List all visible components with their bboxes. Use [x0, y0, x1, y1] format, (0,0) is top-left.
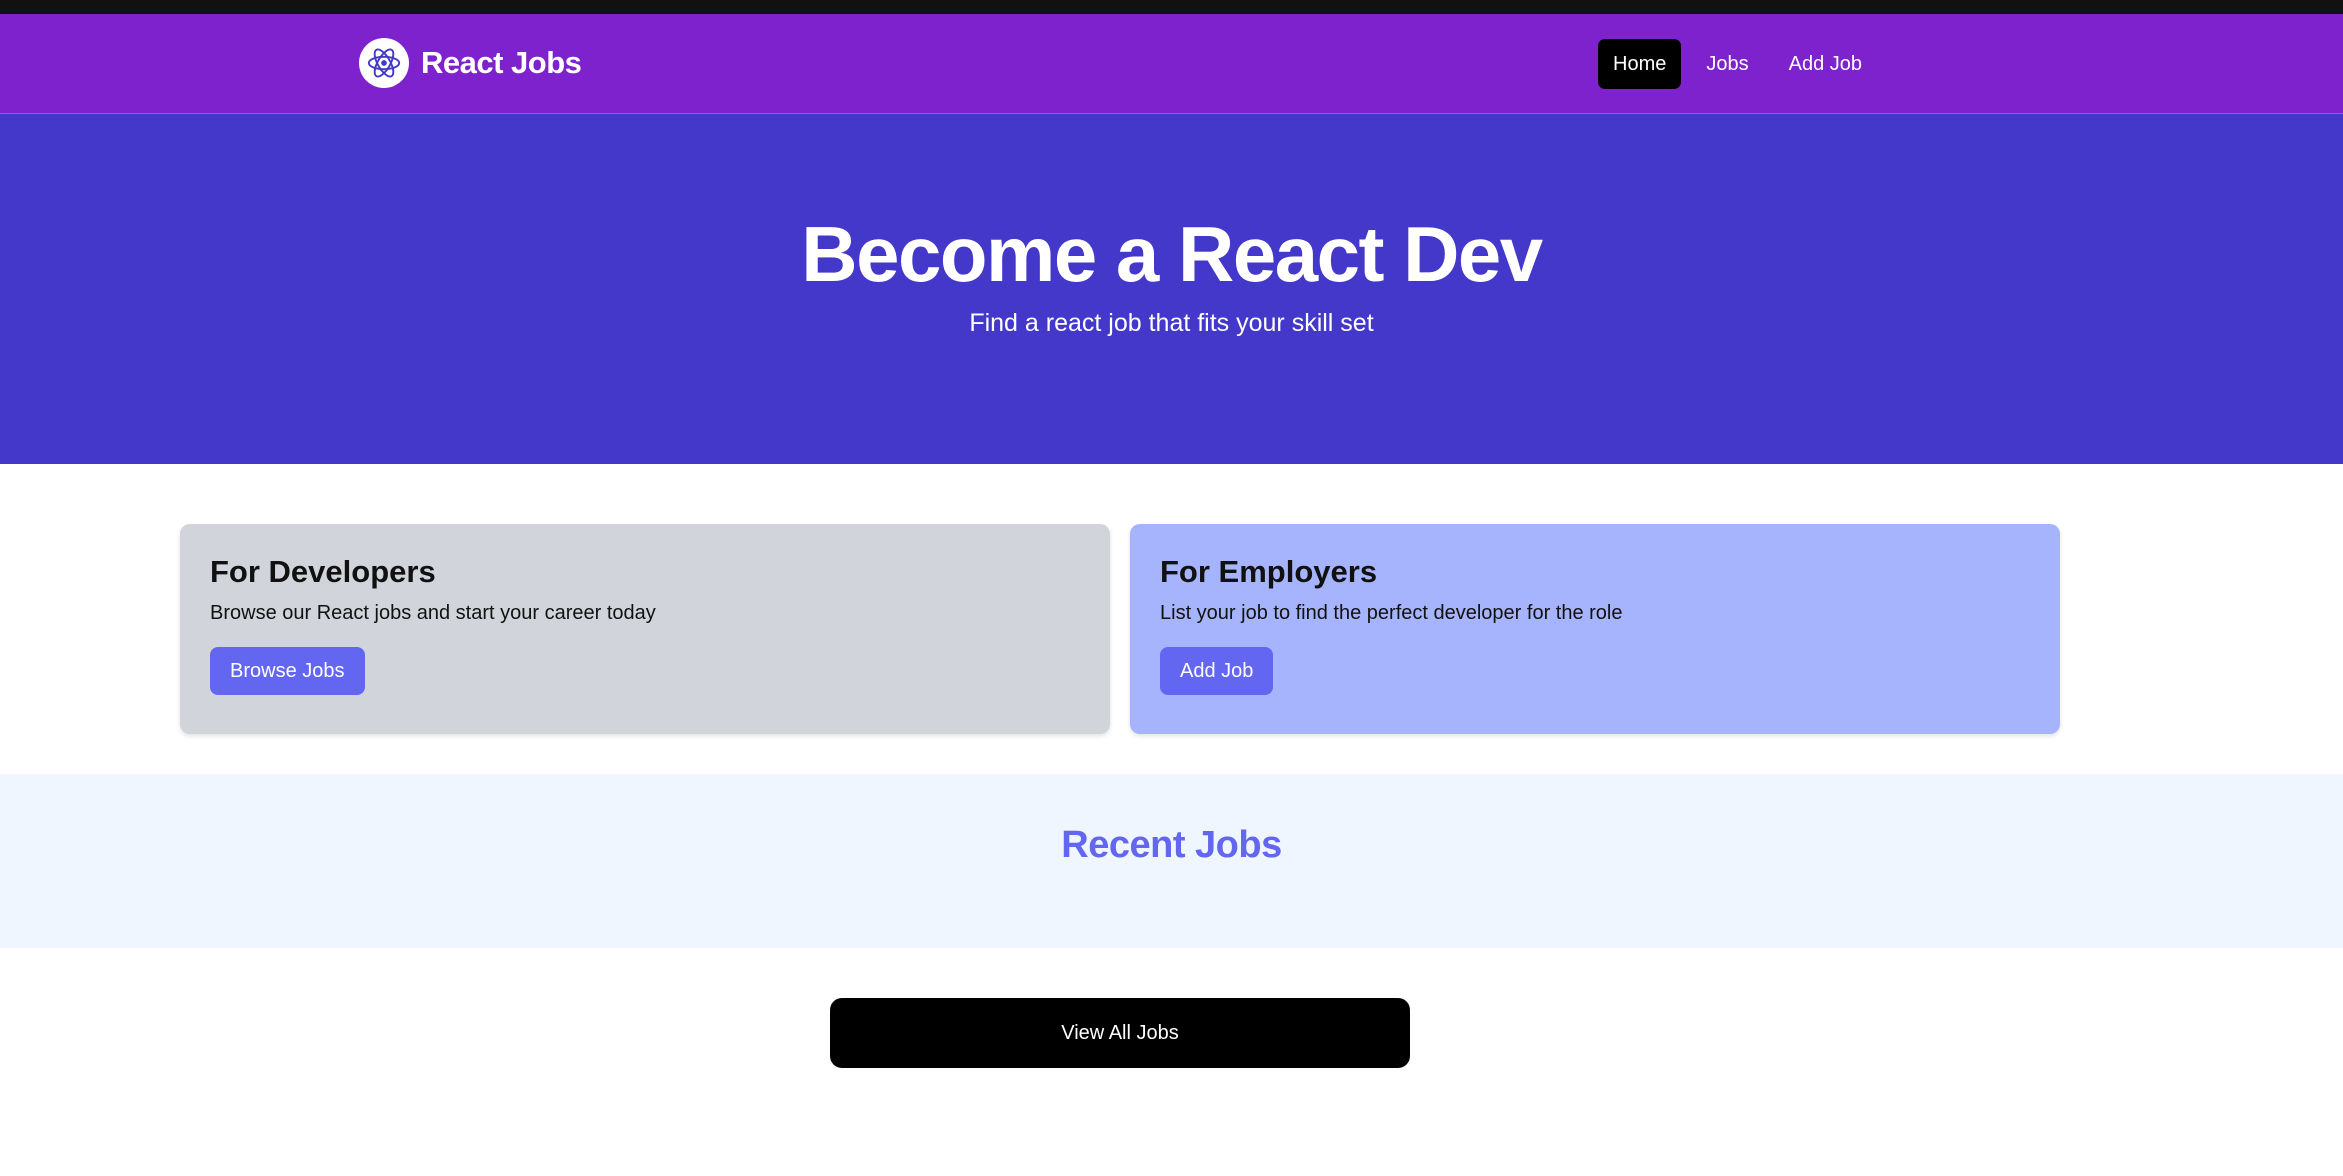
- employers-card: For Employers List your job to find the …: [1130, 524, 2060, 734]
- view-all-jobs-button[interactable]: View All Jobs: [830, 998, 1410, 1068]
- recent-jobs-section: Recent Jobs: [0, 774, 2343, 948]
- browse-jobs-button[interactable]: Browse Jobs: [210, 647, 365, 695]
- cards-section: For Developers Browse our React jobs and…: [0, 464, 2343, 774]
- view-all-section: View All Jobs: [0, 948, 2343, 1148]
- hero-section: Become a React Dev Find a react job that…: [0, 114, 2343, 464]
- navbar: React Jobs Home Jobs Add Job: [0, 14, 2343, 114]
- window-top-bar: [0, 0, 2343, 14]
- employers-card-text: List your job to find the perfect develo…: [1160, 602, 1623, 624]
- react-atom-icon: [359, 38, 409, 88]
- hero-title: Become a React Dev: [801, 210, 1543, 298]
- nav-links: Home Jobs Add Job: [1598, 39, 1887, 89]
- nav-link-jobs[interactable]: Jobs: [1691, 39, 1763, 89]
- developers-card-text: Browse our React jobs and start your car…: [210, 602, 656, 624]
- developers-card-title: For Developers: [210, 554, 436, 589]
- brand-link[interactable]: React Jobs: [359, 38, 582, 88]
- brand-name: React Jobs: [421, 45, 582, 80]
- developers-card: For Developers Browse our React jobs and…: [180, 524, 1110, 734]
- nav-link-home[interactable]: Home: [1598, 39, 1682, 89]
- recent-jobs-title: Recent Jobs: [1061, 824, 1282, 866]
- employers-card-title: For Employers: [1160, 554, 1378, 589]
- add-job-button[interactable]: Add Job: [1160, 647, 1274, 695]
- nav-link-add-job[interactable]: Add Job: [1774, 39, 1877, 89]
- hero-subtitle: Find a react job that fits your skill se…: [969, 309, 1374, 337]
